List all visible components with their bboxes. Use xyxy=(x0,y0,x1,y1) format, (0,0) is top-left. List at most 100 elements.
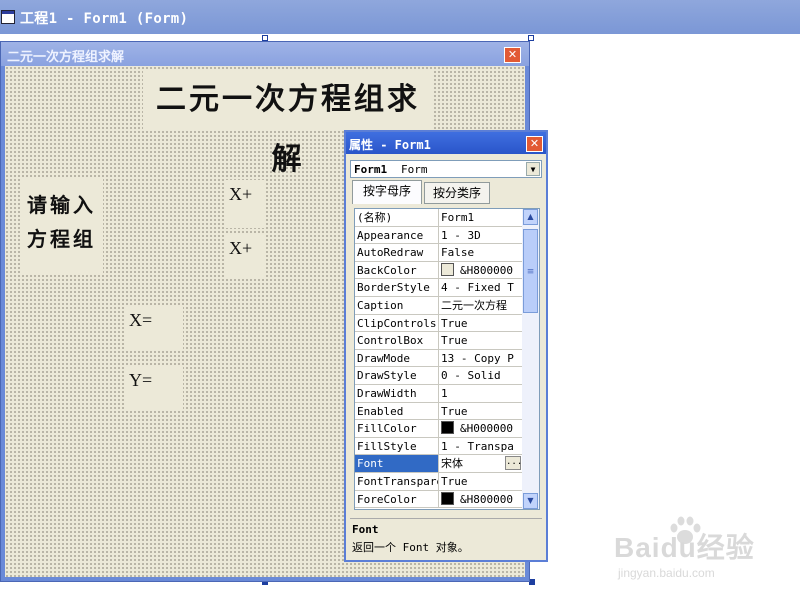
property-row[interactable]: Font 宋体... xyxy=(355,455,523,473)
property-value[interactable]: True xyxy=(441,473,523,490)
property-row[interactable]: (名称) Form1 xyxy=(355,209,523,227)
color-swatch xyxy=(441,421,454,435)
property-name: BorderStyle xyxy=(355,279,439,296)
property-value-text: 宋体 xyxy=(441,457,463,471)
form-title-bar[interactable]: 二元一次方程组求解 ✕ xyxy=(1,42,529,66)
property-name: Font xyxy=(355,455,439,472)
property-value[interactable]: 13 - Copy P xyxy=(441,350,523,367)
property-value-text: 1 - 3D xyxy=(441,228,481,242)
property-value[interactable]: 1 xyxy=(441,385,523,402)
ellipsis-button[interactable]: ... xyxy=(505,456,522,471)
properties-title-bar[interactable]: 属性 - Form1 ✕ xyxy=(346,132,546,154)
property-value[interactable]: &H800000 xyxy=(441,262,523,279)
property-value[interactable]: 0 - Solid xyxy=(441,367,523,384)
property-name: ControlBox xyxy=(355,332,439,349)
x-plus-label-1[interactable]: X+ xyxy=(225,180,265,228)
property-row[interactable]: DrawWidth 1 xyxy=(355,385,523,403)
property-description: Font 返回一个 Font 对象。 xyxy=(350,518,542,559)
property-value-text: &H800000 xyxy=(460,492,513,506)
prompt-label[interactable]: 请输入 方程组 xyxy=(21,178,103,274)
property-value-text: True xyxy=(441,334,468,348)
property-row[interactable]: Appearance 1 - 3D xyxy=(355,226,523,245)
property-value-text: 4 - Fixed T xyxy=(441,281,514,295)
properties-title: 属性 - Form1 xyxy=(349,138,431,152)
property-value-text: 0 - Solid xyxy=(441,369,501,383)
property-value[interactable]: 1 - 3D xyxy=(441,227,523,244)
vertical-scrollbar[interactable]: ▲ ≡ ▼ xyxy=(522,209,539,509)
property-value[interactable]: &H800000 xyxy=(441,491,523,508)
property-row[interactable]: AutoRedraw False xyxy=(355,244,523,262)
property-value[interactable]: 4 - Fixed T xyxy=(441,279,523,296)
property-row[interactable]: Enabled True xyxy=(355,402,523,421)
property-row[interactable]: Caption 二元一次方程 xyxy=(355,297,523,315)
property-row[interactable]: FillColor &H000000 xyxy=(355,420,523,438)
property-row[interactable]: DrawStyle 0 - Solid xyxy=(355,367,523,385)
close-icon[interactable]: ✕ xyxy=(526,136,543,152)
color-swatch xyxy=(441,491,454,505)
property-name: Appearance xyxy=(355,226,439,244)
property-row[interactable]: DrawMode 13 - Copy P xyxy=(355,349,523,368)
form-caption: 二元一次方程组求解 xyxy=(7,50,125,65)
property-name: DrawStyle xyxy=(355,367,439,384)
property-row[interactable]: ForeColor &H800000 xyxy=(355,490,523,509)
property-name: DrawWidth xyxy=(355,385,439,402)
object-type: Form xyxy=(401,163,428,176)
property-row[interactable]: BorderStyle 4 - Fixed T xyxy=(355,279,523,297)
properties-window[interactable]: 属性 - Form1 ✕ Form1 Form ▼ 按字母序 按分类序 (名称)… xyxy=(344,130,548,562)
property-value[interactable]: 1 - Transpa xyxy=(441,438,523,455)
property-value-text: Form1 xyxy=(441,211,475,224)
property-row[interactable]: BackColor &H800000 xyxy=(355,261,523,280)
property-name: (名称) xyxy=(355,209,439,226)
property-value[interactable]: False xyxy=(441,244,523,261)
y-equals-label[interactable]: Y= xyxy=(125,366,183,410)
property-name: ForeColor xyxy=(355,490,439,508)
property-name: Enabled xyxy=(355,402,439,420)
baidu-watermark: Baidu经验 jingyan.baidu.com xyxy=(604,516,790,588)
property-name: Caption xyxy=(355,297,439,314)
watermark-site: jingyan.baidu.com xyxy=(618,566,715,580)
property-grid[interactable]: (名称) Form1 Appearance 1 - 3D AutoRedraw False… xyxy=(354,208,540,510)
heading-label[interactable]: 二元一次方程组求解 xyxy=(143,70,433,177)
x-plus-label-2[interactable]: X+ xyxy=(225,234,265,278)
property-name: FillStyle xyxy=(355,437,439,455)
property-name: AutoRedraw xyxy=(355,244,439,261)
prompt-line-2: 方程组 xyxy=(27,227,96,251)
property-value-text: True xyxy=(441,316,468,330)
close-icon[interactable]: ✕ xyxy=(504,47,521,63)
tab-categorized[interactable]: 按分类序 xyxy=(424,182,490,204)
color-swatch xyxy=(441,262,454,276)
property-value[interactable]: Form1 xyxy=(441,209,523,226)
property-value-text: &H800000 xyxy=(460,263,513,277)
property-value[interactable]: 二元一次方程 xyxy=(441,297,523,314)
description-text: 返回一个 Font 对象。 xyxy=(352,541,469,554)
property-row[interactable]: ControlBox True xyxy=(355,332,523,350)
description-title: Font xyxy=(352,523,379,536)
x-equals-label[interactable]: X= xyxy=(125,306,183,350)
property-name: DrawMode xyxy=(355,349,439,367)
property-value[interactable]: &H000000 xyxy=(441,420,523,437)
property-value-text: 13 - Copy P xyxy=(441,351,514,365)
property-name: FillColor xyxy=(355,420,439,437)
object-selector[interactable]: Form1 Form ▼ xyxy=(350,160,542,178)
property-row[interactable]: FillStyle 1 - Transpa xyxy=(355,437,523,456)
property-value-text: &H000000 xyxy=(460,422,513,436)
scroll-up-icon[interactable]: ▲ xyxy=(523,209,538,225)
property-name: FontTransparent xyxy=(355,473,439,490)
chevron-down-icon[interactable]: ▼ xyxy=(526,162,540,176)
property-value[interactable]: True xyxy=(441,332,523,349)
property-value-text: True xyxy=(441,475,468,488)
property-value-text: False xyxy=(441,246,475,260)
tab-alphabetic[interactable]: 按字母序 xyxy=(352,180,422,204)
project-icon xyxy=(1,10,15,24)
property-value[interactable]: True xyxy=(441,403,523,420)
scroll-down-icon[interactable]: ▼ xyxy=(523,493,538,509)
property-name: ClipControls xyxy=(355,314,439,332)
property-name: BackColor xyxy=(355,261,439,279)
property-row[interactable]: ClipControls True xyxy=(355,314,523,333)
designer-title-bar: 工程1 - Form1 (Form) xyxy=(0,0,800,34)
property-value-text: 1 xyxy=(441,387,448,400)
scroll-thumb[interactable]: ≡ xyxy=(523,229,538,313)
property-value[interactable]: True xyxy=(441,315,523,332)
watermark-brand: Baidu经验 xyxy=(614,532,755,563)
property-row[interactable]: FontTransparentTrue xyxy=(355,473,523,491)
